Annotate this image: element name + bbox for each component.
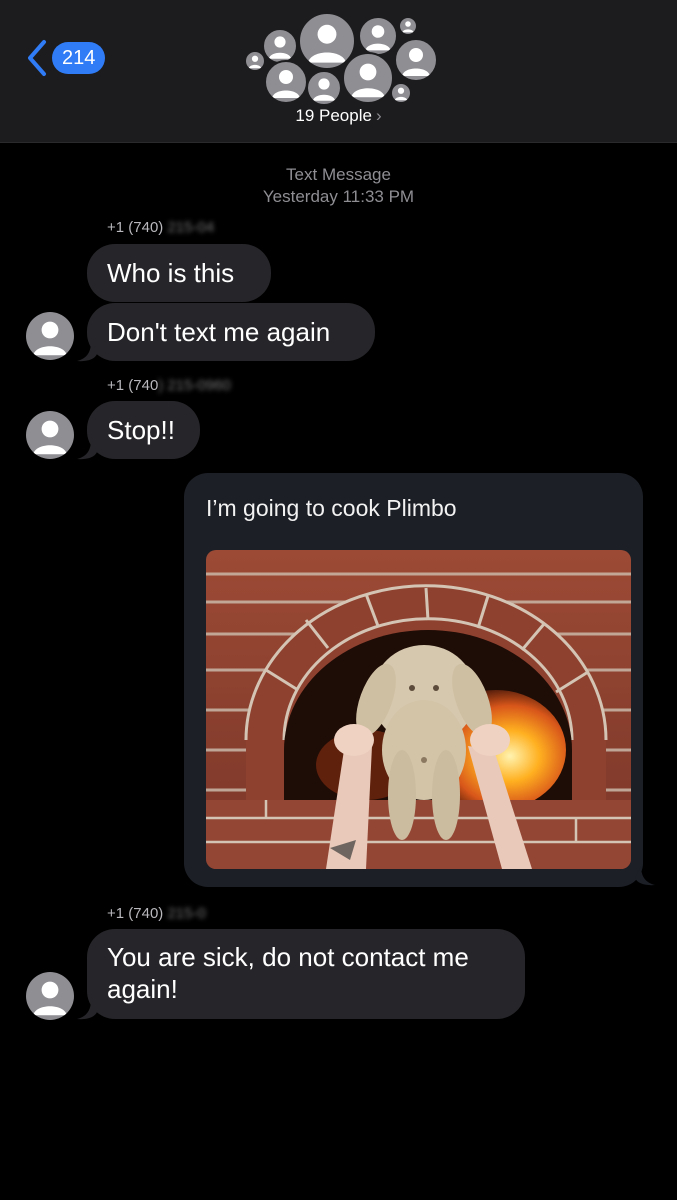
group-avatars[interactable] — [240, 8, 440, 106]
person-silhouette-icon — [394, 38, 438, 82]
person-silhouette-icon — [342, 52, 394, 104]
person-silhouette-icon — [33, 981, 67, 1016]
people-count-label: 19 People — [295, 106, 372, 125]
bubble-tail — [635, 866, 655, 886]
sent-message-card[interactable]: I’m going to cook Plimbo — [184, 473, 643, 887]
sender-avatar[interactable] — [26, 312, 74, 360]
person-silhouette-icon — [33, 321, 67, 356]
sender-number: +1 (740) — [107, 219, 164, 236]
sender-label: +1 (740) 215-0 — [107, 905, 206, 922]
service-label: Text Message — [286, 165, 391, 184]
sender-number-obscured: 215-04 — [167, 219, 215, 236]
chevron-right-icon: › — [375, 106, 382, 125]
received-message-bubble[interactable]: You are sick, do not contact me again! — [87, 929, 525, 1019]
message-text: Stop!! — [107, 415, 175, 445]
sender-avatar[interactable] — [26, 972, 74, 1020]
person-silhouette-icon — [398, 16, 418, 36]
sender-number: +1 (740) — [107, 905, 164, 922]
sender-number-obscured: 215-0 — [167, 905, 206, 922]
message-text: Who is this — [107, 258, 235, 288]
person-silhouette-icon — [390, 82, 412, 104]
message-text-line: again! — [107, 974, 178, 1004]
sender-avatar[interactable] — [26, 411, 74, 459]
received-message-bubble[interactable]: Don't text me again — [87, 303, 375, 361]
person-silhouette-icon — [306, 70, 342, 106]
conversation-header: 214 19 People › — [0, 0, 677, 143]
sender-label: +1 (740) 215-0960 — [107, 377, 231, 394]
sender-number-obscured: ) 215-0960 — [158, 377, 231, 394]
thread-meta: Text Message Yesterday 11:33 PM — [0, 164, 677, 208]
sent-message-text: I’m going to cook Plimbo — [206, 495, 457, 521]
thread-timestamp: Yesterday 11:33 PM — [262, 187, 415, 206]
attached-photo-oven-dough-figure[interactable] — [206, 550, 631, 869]
person-silhouette-icon — [262, 28, 298, 64]
person-silhouette-icon — [358, 16, 398, 56]
back-button[interactable]: 214 — [24, 38, 106, 78]
unread-count-badge: 214 — [52, 42, 106, 74]
chevron-left-icon — [28, 40, 46, 76]
person-silhouette-icon — [264, 60, 308, 104]
sender-label: +1 (740) 215-04 — [107, 219, 214, 236]
message-text: Don't text me again — [107, 317, 331, 347]
group-info-button[interactable]: 19 People › — [0, 106, 677, 126]
received-message-bubble[interactable]: Stop!! — [87, 401, 200, 459]
person-silhouette-icon — [33, 420, 67, 455]
message-text-line: You are sick, do not contact me — [107, 942, 469, 972]
messages-screen: 214 19 People › Text Message Yesterday 1… — [0, 0, 677, 1200]
received-message-bubble[interactable]: Who is this — [87, 244, 271, 302]
person-silhouette-icon — [244, 50, 266, 72]
sender-number: +1 (740 — [107, 377, 159, 394]
